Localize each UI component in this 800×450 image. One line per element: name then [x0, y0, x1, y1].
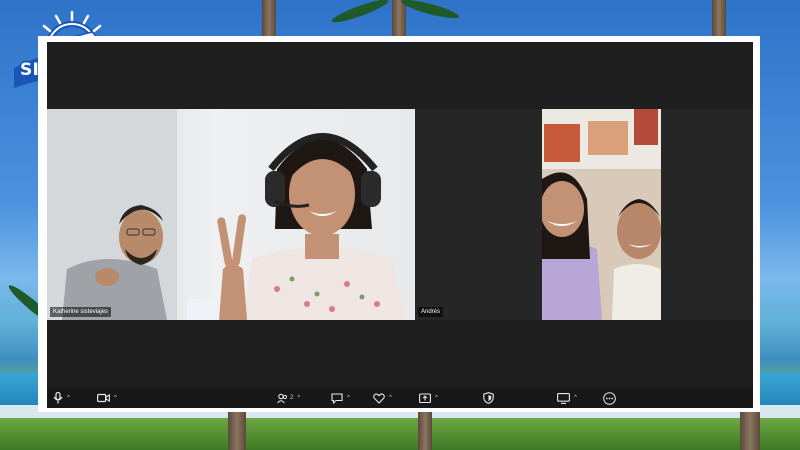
mute-button[interactable]: ^	[53, 391, 70, 405]
participants-options-caret[interactable]: ^	[297, 395, 300, 401]
participant-count: 2	[290, 395, 294, 401]
background-grass	[0, 418, 800, 450]
view-button[interactable]: ^	[557, 391, 577, 405]
share-screen-button[interactable]: ^	[419, 391, 438, 405]
view-options-caret[interactable]: ^	[574, 395, 577, 401]
shield-icon	[483, 392, 494, 404]
share-options-caret[interactable]: ^	[435, 395, 438, 401]
meeting-toolbar: ^ ^ 2 ^ ^ ^ ^ ^	[47, 388, 753, 408]
more-options-button[interactable]	[603, 391, 616, 405]
share-screen-icon	[419, 392, 431, 403]
microphone-icon	[53, 392, 63, 404]
chat-options-caret[interactable]: ^	[347, 395, 350, 401]
participant-video-feed	[542, 109, 661, 320]
heart-icon	[373, 393, 385, 404]
video-camera-icon	[97, 393, 110, 403]
background-palm-trunk	[740, 410, 760, 450]
more-options-icon	[603, 391, 616, 405]
background-palm-trunk	[228, 410, 246, 450]
background-palm-trunk	[262, 0, 276, 40]
participant-video-feed	[47, 109, 407, 320]
background-palm-trunk	[712, 0, 726, 40]
video-tile-andres[interactable]: Andrés	[415, 109, 542, 320]
video-tile-participant-3[interactable]	[542, 109, 661, 320]
chat-bubble-icon	[331, 392, 343, 404]
video-tile-empty	[661, 109, 753, 320]
monitor-icon	[557, 392, 570, 404]
participant-name-label: Andrés	[418, 307, 444, 317]
participants-icon	[277, 393, 288, 403]
security-button[interactable]	[483, 391, 494, 405]
participants-button[interactable]: 2 ^	[277, 391, 300, 405]
background-palm-trunk	[418, 410, 432, 450]
participant-name-label: Katherine sisteviajes	[50, 307, 112, 317]
background-palm-frond	[399, 0, 461, 22]
reactions-options-caret[interactable]: ^	[389, 395, 392, 401]
background-palm-frond	[330, 0, 390, 26]
reactions-button[interactable]: ^	[373, 391, 392, 405]
meeting-window: Katherine sisteviajes Andrés ^ ^ 2 ^ ^ ^…	[47, 42, 753, 408]
chat-button[interactable]: ^	[331, 391, 350, 405]
mute-options-caret[interactable]: ^	[67, 395, 70, 401]
video-button[interactable]: ^	[97, 391, 117, 405]
background-palm-trunk	[392, 0, 406, 40]
video-tile-katherine[interactable]: Katherine sisteviajes	[47, 109, 415, 320]
video-options-caret[interactable]: ^	[114, 395, 117, 401]
